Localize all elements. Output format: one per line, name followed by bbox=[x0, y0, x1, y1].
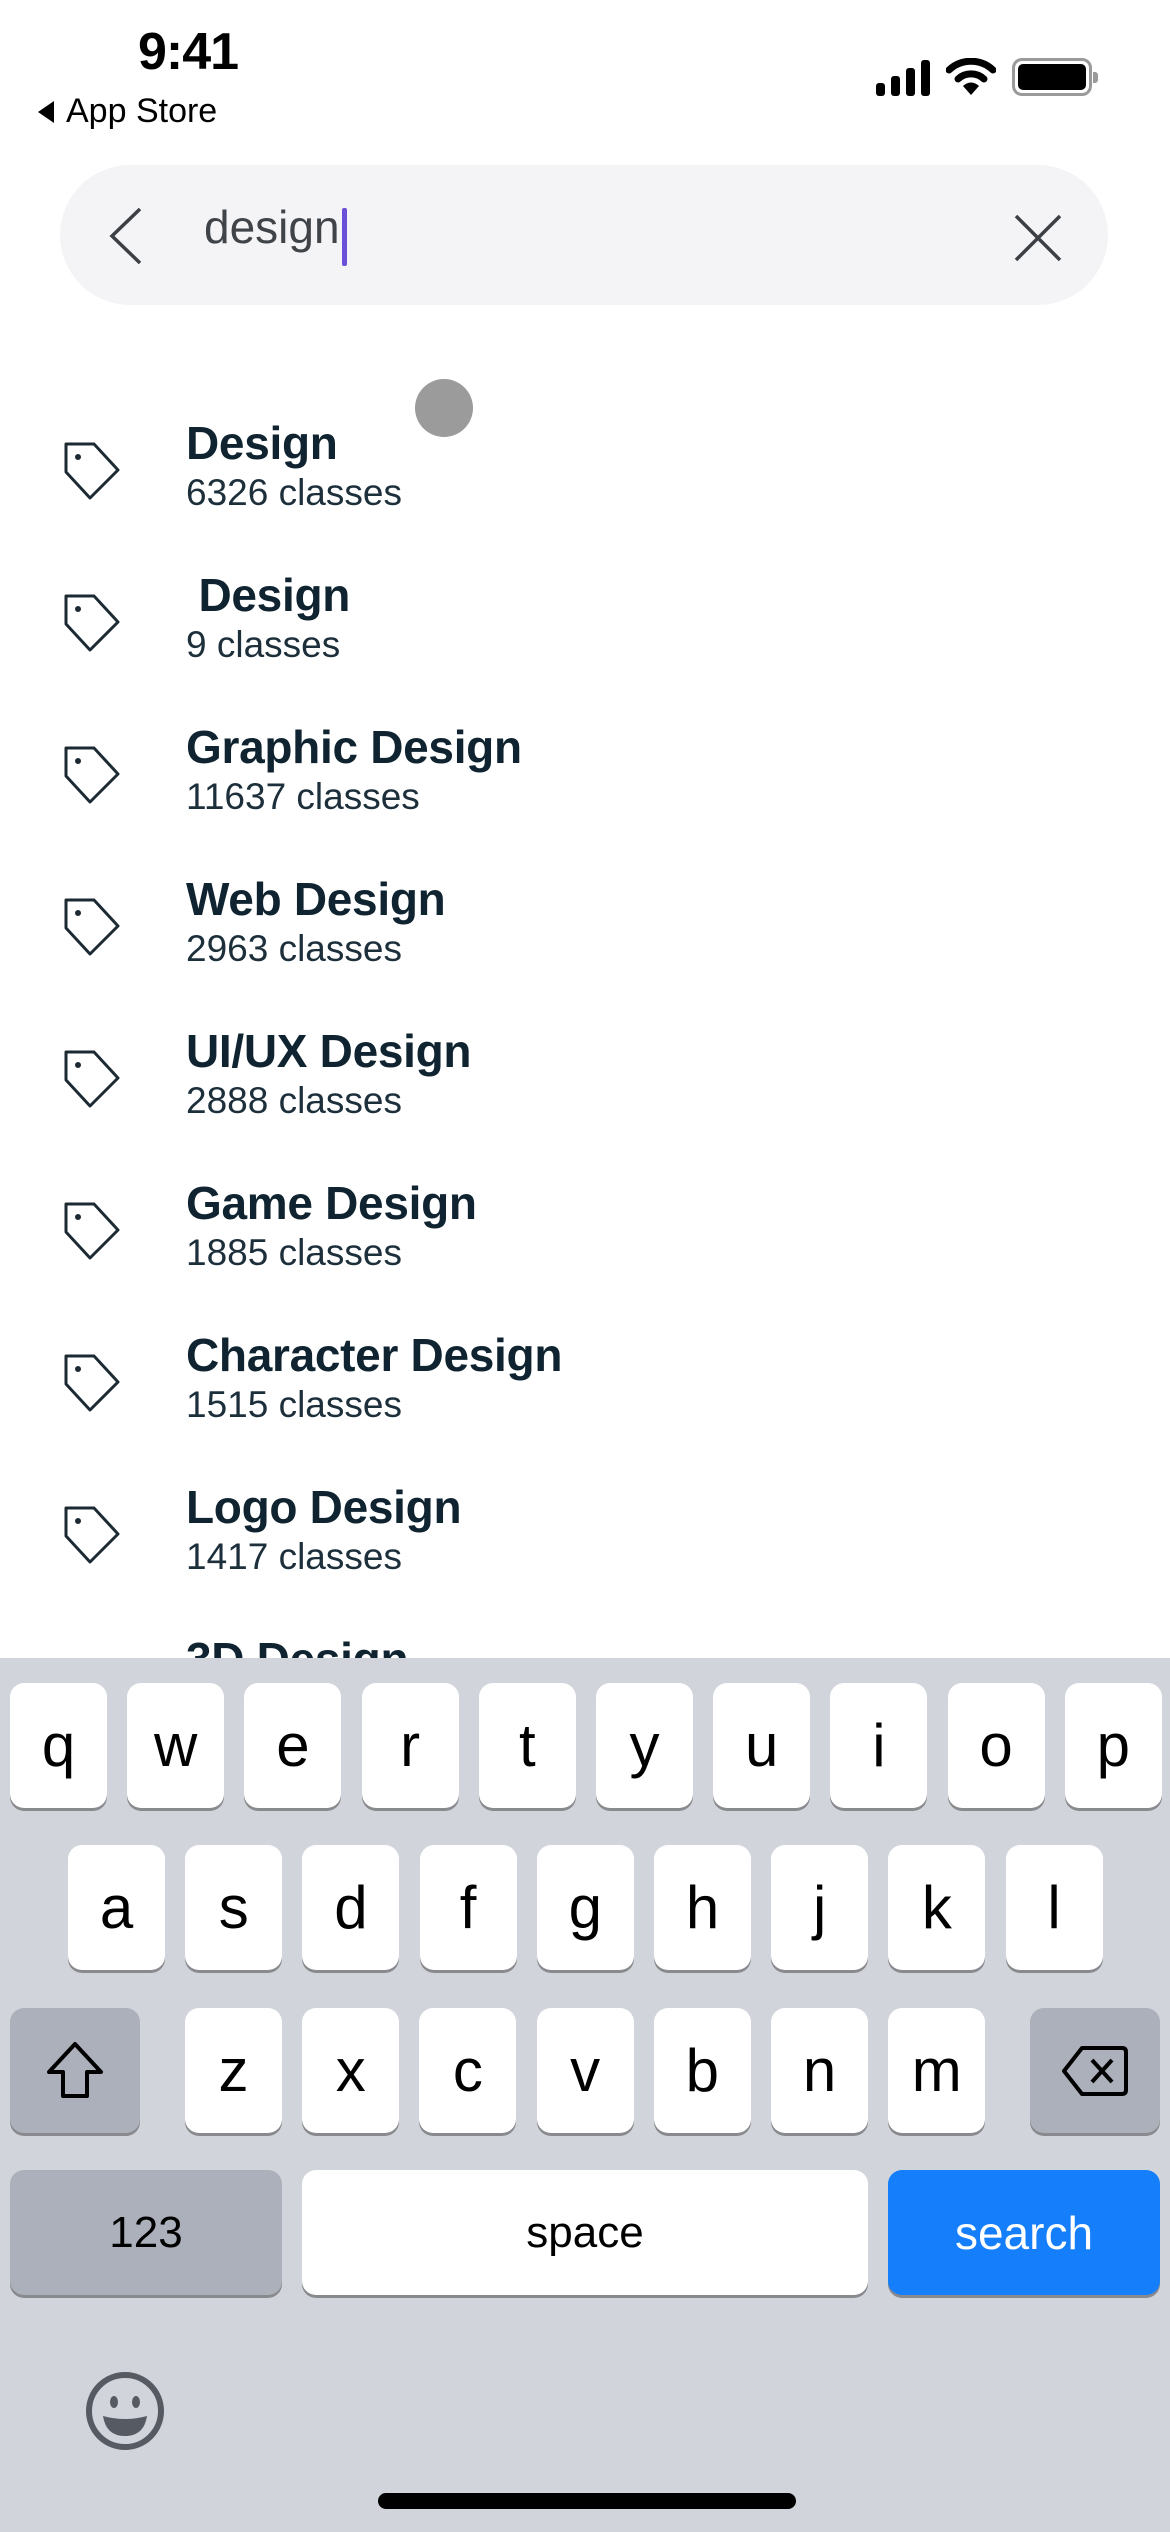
suggestion-list: Design 6326 classes Design 9 classes Graphi… bbox=[0, 410, 1170, 1658]
key-q[interactable]: q bbox=[10, 1683, 107, 1808]
tag-icon bbox=[62, 592, 122, 654]
suggestion-row[interactable]: UI/UX Design 2888 classes bbox=[0, 1018, 1170, 1170]
key-v[interactable]: v bbox=[536, 2008, 634, 2133]
tag-icon bbox=[62, 896, 122, 958]
key-f[interactable]: f bbox=[419, 1845, 517, 1970]
key-h[interactable]: h bbox=[654, 1845, 751, 1970]
shift-icon bbox=[47, 2041, 103, 2098]
suggestion-count: 9 classes bbox=[186, 624, 341, 665]
suggestion-row[interactable]: Game Design 1885 classes bbox=[0, 1170, 1170, 1322]
home-indicator bbox=[378, 2493, 796, 2509]
cellular-signal-icon bbox=[876, 60, 930, 96]
key-u[interactable]: u bbox=[713, 1683, 811, 1808]
status-icons bbox=[876, 58, 1098, 96]
key-x[interactable]: x bbox=[302, 2008, 400, 2133]
key-o[interactable]: o bbox=[947, 1683, 1045, 1808]
key-k[interactable]: k bbox=[888, 1845, 986, 1970]
key-m[interactable]: m bbox=[888, 2008, 986, 2133]
suggestion-title: Graphic Design bbox=[186, 721, 522, 773]
suggestion-title: Game Design bbox=[186, 1177, 477, 1229]
suggestion-count: 6326 classes bbox=[186, 472, 402, 513]
key-n[interactable]: n bbox=[771, 2008, 868, 2133]
tag-icon bbox=[62, 1504, 122, 1566]
shift-key[interactable] bbox=[10, 2008, 140, 2133]
suggestion-count: 11637 classes bbox=[186, 776, 420, 817]
key-c[interactable]: c bbox=[419, 2008, 517, 2133]
suggestion-row[interactable]: Graphic Design 11637 classes bbox=[0, 714, 1170, 866]
key-y[interactable]: y bbox=[596, 1683, 693, 1808]
suggestion-count: 2963 classes bbox=[186, 928, 402, 969]
suggestion-count: 1417 classes bbox=[186, 1536, 402, 1577]
key-b[interactable]: b bbox=[653, 2008, 751, 2133]
back-chevron-icon[interactable] bbox=[108, 207, 144, 265]
text-cursor bbox=[342, 208, 347, 266]
suggestion-title: Design bbox=[186, 569, 351, 621]
key-t[interactable]: t bbox=[478, 1683, 576, 1808]
suggestion-row[interactable]: Logo Design 1417 classes bbox=[0, 1474, 1170, 1626]
tag-icon bbox=[62, 1352, 122, 1414]
search-input[interactable] bbox=[204, 200, 904, 254]
tag-icon bbox=[62, 1200, 122, 1262]
key-l[interactable]: l bbox=[1005, 1845, 1103, 1970]
suggestion-count: 1885 classes bbox=[186, 1232, 402, 1273]
suggestion-row[interactable]: Design 9 classes bbox=[0, 562, 1170, 714]
key-w[interactable]: w bbox=[127, 1683, 225, 1808]
key-j[interactable]: j bbox=[771, 1845, 869, 1970]
suggestion-title: Web Design bbox=[186, 873, 446, 925]
suggestion-title: Design bbox=[186, 417, 338, 469]
suggestion-title: 3D Design bbox=[186, 1632, 409, 1658]
keyboard: q w e r t y u i o p a s d f g h j k l z x c v b n m 123 space search bbox=[0, 1658, 1170, 2532]
back-app-label: App Store bbox=[66, 92, 218, 130]
key-g[interactable]: g bbox=[536, 1845, 634, 1970]
key-a[interactable]: a bbox=[68, 1845, 165, 1970]
key-d[interactable]: d bbox=[302, 1845, 400, 1970]
key-z[interactable]: z bbox=[185, 2008, 282, 2133]
back-triangle-icon bbox=[38, 100, 54, 123]
suggestion-title: UI/UX Design bbox=[186, 1025, 472, 1077]
status-time: 9:41 bbox=[138, 23, 239, 81]
suggestion-title: Character Design bbox=[186, 1329, 563, 1381]
tag-icon bbox=[62, 744, 122, 806]
key-r[interactable]: r bbox=[361, 1683, 459, 1808]
numbers-key[interactable]: 123 bbox=[10, 2170, 282, 2295]
tag-icon bbox=[62, 440, 122, 502]
suggestion-count: 1515 classes bbox=[186, 1384, 402, 1425]
search-key[interactable]: search bbox=[888, 2170, 1160, 2295]
key-p[interactable]: p bbox=[1064, 1683, 1162, 1808]
key-s[interactable]: s bbox=[185, 1845, 283, 1970]
space-key[interactable]: space bbox=[302, 2170, 868, 2295]
battery-icon bbox=[1012, 58, 1098, 96]
wifi-icon bbox=[946, 58, 996, 95]
suggestion-row[interactable]: Web Design 2963 classes bbox=[0, 866, 1170, 1018]
delete-key[interactable] bbox=[1030, 2008, 1160, 2133]
key-e[interactable]: e bbox=[244, 1683, 342, 1808]
suggestion-title: Logo Design bbox=[186, 1481, 462, 1533]
back-to-app-store[interactable]: App Store bbox=[38, 92, 217, 131]
delete-icon bbox=[1062, 2045, 1128, 2096]
suggestion-row[interactable]: 3D Design bbox=[0, 1626, 1170, 1658]
emoji-icon[interactable] bbox=[84, 2370, 166, 2452]
suggestion-row[interactable]: Design 6326 classes bbox=[0, 410, 1170, 562]
tag-icon bbox=[62, 1048, 122, 1110]
suggestion-row[interactable]: Character Design 1515 classes bbox=[0, 1322, 1170, 1474]
key-i[interactable]: i bbox=[830, 1683, 928, 1808]
clear-icon[interactable] bbox=[1012, 212, 1064, 264]
suggestion-count: 2888 classes bbox=[186, 1080, 402, 1121]
